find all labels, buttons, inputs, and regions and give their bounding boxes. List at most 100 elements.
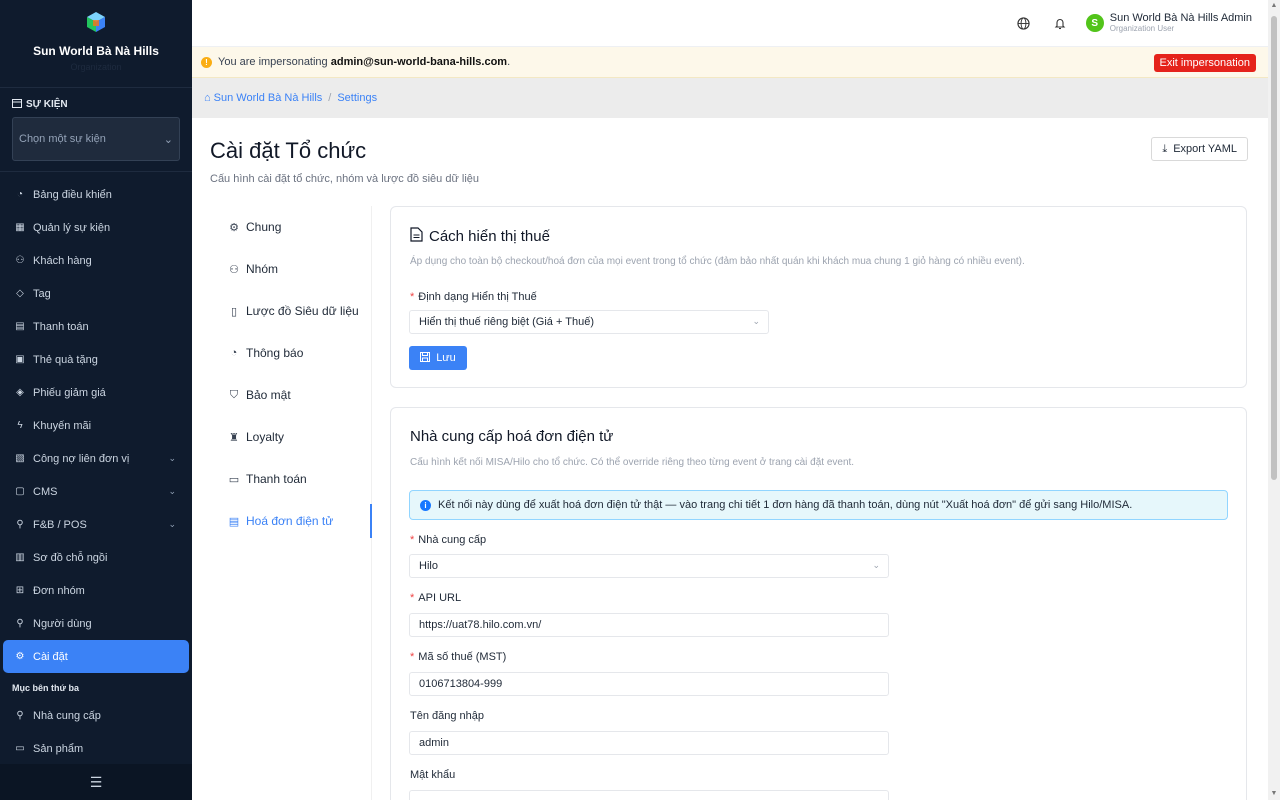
chevron-down-icon: ⌄ bbox=[752, 316, 760, 326]
sidebar-item-label: Sơ đồ chỗ ngồi bbox=[33, 551, 108, 564]
provider-select[interactable]: Hilo ⌄ bbox=[409, 554, 889, 578]
tax-card-description: Áp dụng cho toàn bộ checkout/hoá đơn của… bbox=[410, 256, 1025, 267]
card-icon: ▭ bbox=[228, 473, 240, 486]
team-icon: ⚇ bbox=[229, 263, 239, 276]
settings-subnav: ⚙ Chung ⚇ Nhóm ▯ Lược đồ Siêu dữ liệu ◔ Thôn… bbox=[210, 206, 372, 800]
provider-value: Hilo bbox=[419, 560, 438, 572]
tab-loyalty[interactable]: ♜ Loyalty bbox=[210, 416, 371, 458]
sidebar-item-label: F&B / POS bbox=[33, 518, 87, 531]
sidebar-nav: ◔ Bảng điều khiển ▦ Quản lý sự kiện ⚇ Khách… bbox=[0, 172, 192, 765]
tab-label: Lược đồ Siêu dữ liệu bbox=[246, 304, 359, 318]
sidebar-item-fnb[interactable]: ⚲ F&B / POS ⌄ bbox=[0, 508, 192, 541]
password-label: Mật khẩu bbox=[410, 769, 456, 781]
sidebar-item-debt[interactable]: ▧ Công nợ liên đơn vị ⌄ bbox=[0, 442, 192, 475]
provider-label: * Nhà cung cấp bbox=[410, 534, 486, 546]
page-scrollbar[interactable]: ▲ ▼ bbox=[1268, 0, 1280, 800]
sidebar-item-label: Cài đặt bbox=[33, 650, 68, 663]
invoice-icon: ▤ bbox=[228, 515, 240, 528]
sidebar-item-products[interactable]: ▭ Sản phẩm bbox=[0, 732, 192, 765]
tax-code-input[interactable]: 0106713804-999 bbox=[409, 672, 889, 696]
shield-icon: ⛉ bbox=[229, 388, 239, 401]
debt-icon: ▧ bbox=[15, 453, 25, 464]
scroll-down-icon[interactable]: ▼ bbox=[1268, 788, 1280, 800]
sidebar-item-label: Công nợ liên đơn vị bbox=[33, 452, 130, 465]
username-label: Tên đăng nhập bbox=[410, 710, 485, 722]
sidebar-item-payment[interactable]: ▤ Thanh toán bbox=[0, 310, 192, 343]
tax-card-title: Cách hiển thị thuế bbox=[410, 227, 550, 246]
topbar: S Sun World Bà Nà Hills Admin Organizati… bbox=[192, 0, 1268, 47]
breadcrumb-home[interactable]: Sun World Bà Nà Hills bbox=[214, 92, 323, 104]
sidebar-item-label: Phiếu giảm giá bbox=[33, 386, 106, 399]
scroll-thumb[interactable] bbox=[1271, 16, 1277, 480]
export-yaml-button[interactable]: ⤓ Export YAML bbox=[1151, 137, 1248, 161]
save-button[interactable]: Lưu bbox=[409, 346, 467, 370]
brand-name: Sun World Bà Nà Hills bbox=[33, 44, 159, 58]
page-title: Cài đặt Tổ chức bbox=[210, 138, 367, 163]
breadcrumb-current[interactable]: Settings bbox=[337, 92, 377, 104]
tab-notifications[interactable]: ◔ Thông báo bbox=[210, 332, 371, 374]
password-input[interactable] bbox=[409, 790, 889, 800]
coupon-icon: ◈ bbox=[16, 387, 24, 398]
sidebar-item-label: CMS bbox=[33, 485, 58, 498]
sidebar-item-tag[interactable]: ◇ Tag bbox=[0, 277, 192, 310]
required-marker: * bbox=[410, 592, 415, 604]
sidebar-item-seatmap[interactable]: ▥ Sơ đồ chỗ ngồi bbox=[0, 541, 192, 574]
tax-card-title-text: Cách hiển thị thuế bbox=[429, 228, 550, 245]
sidebar-item-cms[interactable]: ▢ CMS ⌄ bbox=[0, 475, 192, 508]
exit-impersonation-button[interactable]: Exit impersonation bbox=[1153, 54, 1256, 72]
provider-label-text: Nhà cung cấp bbox=[418, 534, 487, 546]
sidebar-collapse-button[interactable]: ☰ bbox=[0, 764, 192, 800]
sidebar-item-label: Khuyến mãi bbox=[33, 419, 92, 432]
event-label-text: SỰ KIỆN bbox=[26, 99, 68, 110]
event-select[interactable]: Chọn một sự kiện ⌄ bbox=[12, 117, 180, 161]
tax-format-select[interactable]: Hiển thị thuế riêng biệt (Giá + Thuế) ⌄ bbox=[409, 310, 769, 334]
sidebar-item-label: Thẻ quà tặng bbox=[33, 353, 98, 366]
notifications-button[interactable] bbox=[1042, 10, 1078, 36]
api-url-input[interactable]: https://uat78.hilo.com.vn/ bbox=[409, 613, 889, 637]
sidebar-item-promotions[interactable]: ϟ Khuyến mãi bbox=[0, 409, 192, 442]
settings-icon: ⚙ bbox=[15, 651, 25, 662]
tax-display-card: Cách hiển thị thuế Áp dụng cho toàn bộ c… bbox=[390, 206, 1247, 388]
main-content: Cài đặt Tổ chức Cấu hình cài đặt tổ chức… bbox=[192, 118, 1268, 800]
sidebar-item-settings[interactable]: ⚙ Cài đặt bbox=[3, 640, 189, 673]
tab-einvoice[interactable]: ▤ Hoá đơn điện tử bbox=[210, 500, 372, 542]
schema-icon: ▯ bbox=[230, 305, 238, 318]
einvoice-card-description: Cấu hình kết nối MISA/Hilo cho tổ chức. … bbox=[410, 457, 855, 468]
sidebar-item-gift-cards[interactable]: ▣ Thẻ quà tặng bbox=[0, 343, 192, 376]
scroll-up-icon[interactable]: ▲ bbox=[1268, 0, 1280, 12]
tab-metadata-schema[interactable]: ▯ Lược đồ Siêu dữ liệu bbox=[210, 290, 371, 332]
sidebar-item-customers[interactable]: ⚇ Khách hàng bbox=[0, 244, 192, 277]
save-label: Lưu bbox=[436, 352, 456, 364]
api-url-label-text: API URL bbox=[418, 592, 462, 604]
sidebar-item-users[interactable]: ⚲ Người dùng bbox=[0, 607, 192, 640]
calendar-icon: ▦ bbox=[15, 222, 25, 233]
tab-label: Bảo mật bbox=[246, 388, 291, 402]
api-url-label: * API URL bbox=[410, 592, 461, 604]
breadcrumb: ⌂ Sun World Bà Nà Hills / Settings bbox=[192, 78, 1268, 118]
sidebar-item-label: Thanh toán bbox=[33, 320, 89, 333]
impersonated-email: admin@sun-world-bana-hills.com bbox=[330, 56, 508, 68]
required-marker: * bbox=[410, 534, 415, 546]
tab-general[interactable]: ⚙ Chung bbox=[210, 206, 371, 248]
sidebar-item-group-orders[interactable]: ⊞ Đơn nhóm bbox=[0, 574, 192, 607]
tab-security[interactable]: ⛉ Bảo mật bbox=[210, 374, 371, 416]
user-icon: ⚲ bbox=[16, 618, 24, 629]
sidebar-item-label: Bảng điều khiển bbox=[33, 188, 112, 201]
sidebar-item-suppliers[interactable]: ⚲ Nhà cung cấp bbox=[0, 699, 192, 732]
username-input[interactable]: admin bbox=[409, 731, 889, 755]
tab-payment[interactable]: ▭ Thanh toán bbox=[210, 458, 371, 500]
tag-icon: ◇ bbox=[16, 288, 24, 299]
user-info: Sun World Bà Nà Hills Admin Organization… bbox=[1110, 12, 1252, 34]
warning-icon: ! bbox=[201, 56, 212, 68]
user-menu[interactable]: S Sun World Bà Nà Hills Admin Organizati… bbox=[1085, 12, 1252, 34]
sidebar-item-coupons[interactable]: ◈ Phiếu giảm giá bbox=[0, 376, 192, 409]
home-icon: ⌂ bbox=[204, 92, 211, 104]
user-name: Sun World Bà Nà Hills Admin bbox=[1109, 12, 1252, 24]
tab-teams[interactable]: ⚇ Nhóm bbox=[210, 248, 371, 290]
document-icon bbox=[410, 227, 423, 246]
menu-collapse-icon: ☰ bbox=[89, 773, 103, 790]
sidebar-item-events[interactable]: ▦ Quản lý sự kiện bbox=[0, 211, 192, 244]
sidebar-item-dashboard[interactable]: ◔ Bảng điều khiển bbox=[0, 178, 192, 211]
sidebar-item-label: Sản phẩm bbox=[33, 742, 84, 755]
language-button[interactable] bbox=[1006, 10, 1042, 36]
